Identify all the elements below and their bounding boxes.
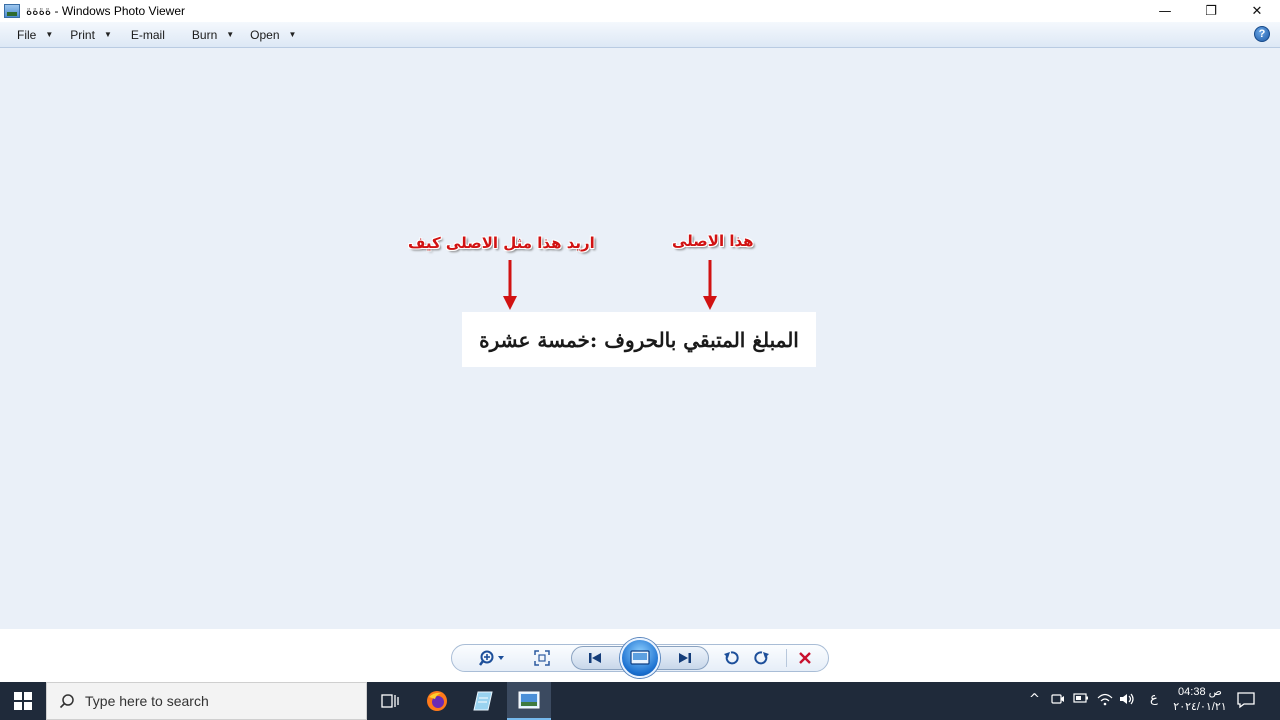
menu-email[interactable]: E-mail [131,22,165,48]
meet-now-icon[interactable] [1051,692,1065,710]
window-title: ةةةة - Windows Photo Viewer [26,4,185,18]
notepad-icon[interactable] [461,682,505,720]
viewer-control-bar [0,629,1280,682]
rotate-clockwise-icon[interactable] [752,648,772,668]
menu-open-label: Open [250,27,280,42]
zoom-icon[interactable] [476,648,508,668]
battery-icon[interactable] [1073,692,1089,708]
actual-size-icon[interactable] [532,648,552,668]
restore-button[interactable]: ❐ [1188,0,1234,22]
show-hidden-icons-chevron-icon[interactable]: ^ [1029,692,1040,707]
volume-icon[interactable] [1119,692,1135,710]
chevron-down-icon: ▼ [226,30,235,39]
menu-file-label: File [17,27,37,42]
menu-bar: File ▼ Print ▼ E-mail Burn ▼ Open ▼ ? [0,22,1280,48]
window-controls: — ❐ ✕ [1142,0,1280,22]
chevron-down-icon: ▼ [288,30,297,39]
clock-date: ٢٠٢٤/٠١/٢١ [1173,701,1227,713]
photo-viewer-app-icon [4,4,20,18]
menu-email-label: E-mail [130,27,165,42]
input-language-indicator[interactable]: ع [1150,691,1158,706]
menu-open[interactable]: Open ▼ [250,22,296,48]
annotation-arrow-right [703,260,717,310]
photo-text: المبلغ المتبقي بالحروف :خمسة عشرة [479,327,799,352]
search-placeholder: Type here to search [85,693,209,709]
search-icon [59,694,74,709]
previous-icon[interactable] [583,648,607,668]
minimize-button[interactable]: — [1142,0,1188,22]
chevron-down-icon: ▼ [45,30,54,39]
task-view-icon[interactable] [368,682,412,720]
menu-print-label: Print [70,27,95,42]
taskbar: Type here to search ^ ع 04:38 ص ٢٠٢٤/٠١/… [0,682,1280,720]
annotation-right: هذا الاصلى [672,232,754,250]
slideshow-icon[interactable] [620,638,660,678]
menu-print[interactable]: Print ▼ [70,22,112,48]
notification-center-icon[interactable] [1236,691,1256,714]
chevron-down-icon: ▼ [103,30,112,39]
close-button[interactable]: ✕ [1234,0,1280,22]
title-bar: ةةةة - Windows Photo Viewer — ❐ ✕ [0,0,1280,22]
control-separator [786,649,787,667]
image-viewport: اريد هذا مثل الاصلى كيف هذا الاصلى المبل… [0,49,1280,629]
menu-burn-label: Burn [191,27,218,42]
clock-time: 04:38 ص [1178,686,1222,698]
displayed-photo: المبلغ المتبقي بالحروف :خمسة عشرة [462,312,816,367]
menu-file[interactable]: File ▼ [17,22,53,48]
taskbar-search-box[interactable]: Type here to search [46,682,367,720]
annotation-left: اريد هذا مثل الاصلى كيف [408,234,595,252]
system-clock[interactable]: 04:38 ص ٢٠٢٤/٠١/٢١ [1172,685,1228,715]
annotation-arrow-left [503,260,517,310]
menu-burn[interactable]: Burn ▼ [192,22,234,48]
photo-viewer-taskbar-icon[interactable] [507,682,551,720]
windows-start-icon[interactable] [0,682,46,720]
delete-icon[interactable] [795,648,815,668]
firefox-icon[interactable] [415,682,459,720]
wifi-icon[interactable] [1097,692,1113,710]
rotate-counterclockwise-icon[interactable] [721,648,741,668]
help-icon[interactable]: ? [1254,26,1270,42]
next-icon[interactable] [673,648,697,668]
